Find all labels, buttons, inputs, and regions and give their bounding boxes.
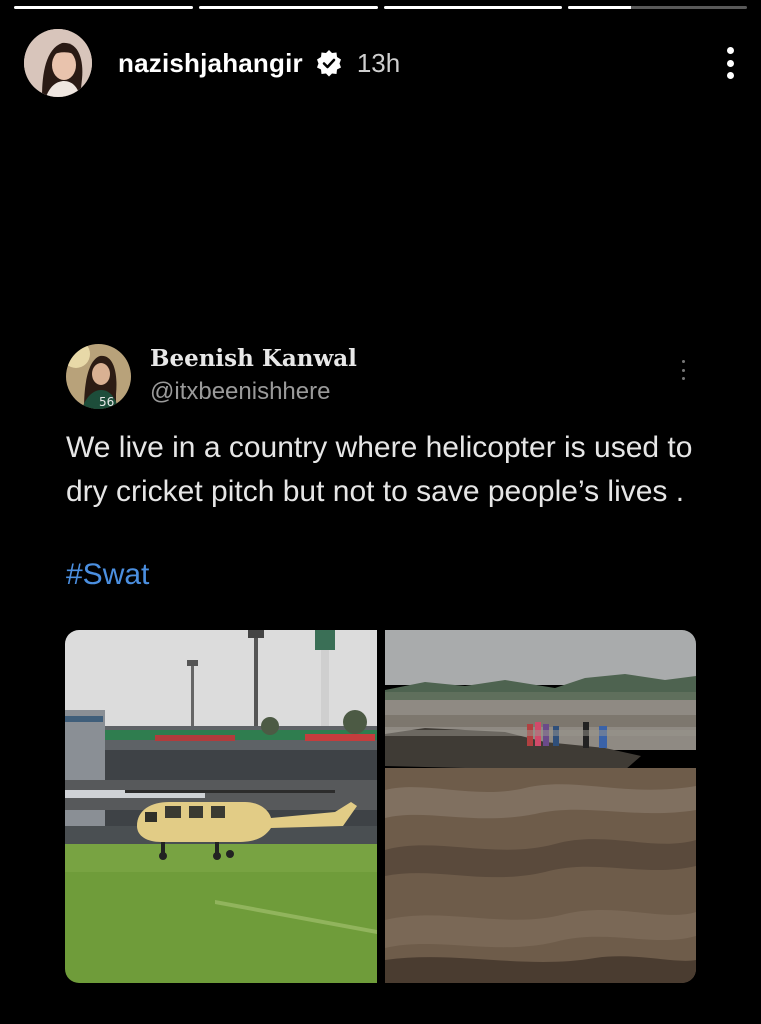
- verified-badge-icon: [315, 49, 343, 77]
- tweet-avatar: 56: [66, 344, 131, 409]
- tweet-display-name[interactable]: Beenish Kanwal: [150, 345, 357, 372]
- tweet-handle[interactable]: @itxbeenishhere: [150, 378, 330, 406]
- helicopter-stadium-image[interactable]: [65, 630, 377, 983]
- svg-text:56: 56: [99, 395, 114, 409]
- more-vertical-icon[interactable]: [723, 43, 737, 83]
- progress-segment: [198, 6, 378, 9]
- tweet-text: We live in a country where helicopter is…: [66, 431, 693, 508]
- tweet-more-icon[interactable]: [680, 360, 686, 380]
- flood-river-image[interactable]: [385, 630, 696, 983]
- story-progress: [14, 6, 747, 9]
- story-username[interactable]: nazishjahangir: [118, 48, 303, 79]
- tweet-hashtag[interactable]: #Swat: [66, 558, 149, 592]
- tweet-media: [65, 630, 696, 983]
- progress-segment: [568, 6, 747, 9]
- progress-segment: [383, 6, 563, 9]
- story-timestamp: 13h: [356, 47, 401, 78]
- avatar[interactable]: [24, 29, 92, 97]
- progress-segment: [14, 6, 193, 9]
- story-header: nazishjahangir 13h: [24, 29, 737, 97]
